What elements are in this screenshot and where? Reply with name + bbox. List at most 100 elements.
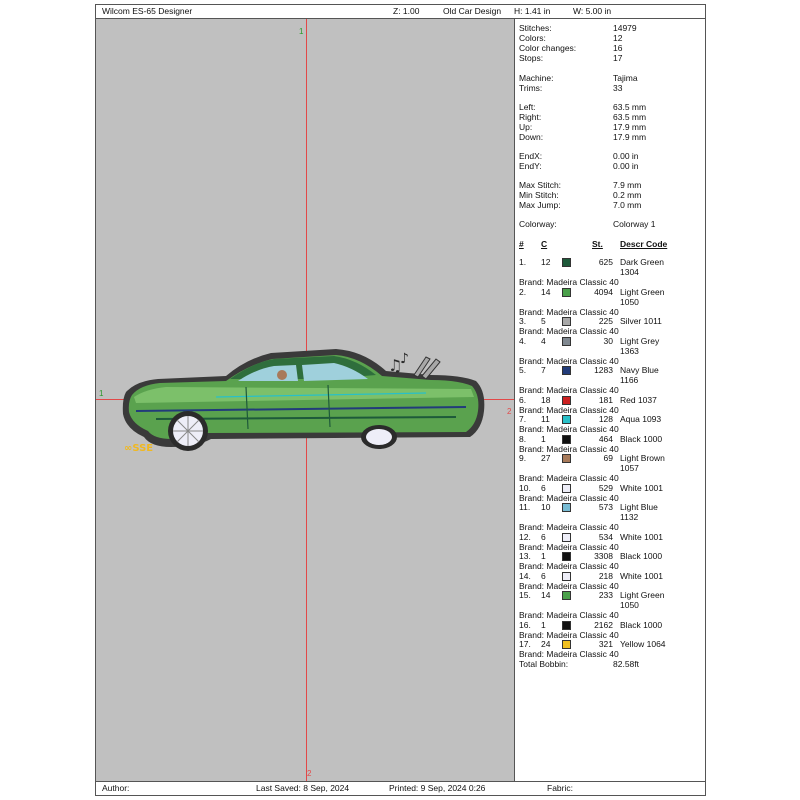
color-item-code: 1304 bbox=[620, 267, 639, 277]
color-item-number: 9. bbox=[519, 453, 527, 463]
music-note-2-icon: ♪ bbox=[400, 351, 409, 367]
color-swatch bbox=[562, 591, 571, 600]
color-item-number: 11. bbox=[519, 502, 531, 512]
color-item: 17. 24 321 Yellow 1064 bbox=[519, 639, 705, 649]
color-item: 15. 14 233 Light Green bbox=[519, 590, 705, 600]
color-item-descr: White 1001 bbox=[620, 482, 663, 493]
color-item-stitches: 4094 bbox=[594, 286, 613, 297]
color-item: 3. 5 225 Silver 1011 bbox=[519, 316, 705, 326]
color-item-stitches: 128 bbox=[598, 414, 613, 424]
color-item-brand-text: Brand: Madeira Classic 40 bbox=[519, 443, 619, 454]
color-item-descr: Black 1000 bbox=[620, 619, 663, 630]
print-sheet: Wilcom ES-65 Designer Z: 1.00 Old Car De… bbox=[95, 4, 706, 796]
footer-printed: Printed: 9 Sep, 2024 0:26 bbox=[389, 783, 486, 793]
col-stitches-header: St. bbox=[592, 239, 603, 249]
color-swatch bbox=[562, 552, 571, 561]
color-item-c: 14 bbox=[541, 286, 551, 297]
color-item-number: 2. bbox=[519, 286, 527, 297]
color-item-number: 5. bbox=[519, 365, 527, 375]
color-item-descr: Black 1000 bbox=[620, 433, 663, 444]
color-item-stitches: 573 bbox=[598, 502, 613, 512]
color-item-c: 1 bbox=[541, 433, 546, 444]
color-swatch bbox=[562, 258, 571, 267]
design-canvas[interactable]: 1 1 2 2 ♫ ♪ ∞SSE bbox=[96, 19, 515, 781]
color-item-code: 1132 bbox=[620, 512, 639, 522]
color-item-descr: Black 1000 bbox=[620, 551, 663, 561]
color-item-brand-text: Brand: Madeira Classic 40 bbox=[519, 541, 619, 552]
color-item-c: 6 bbox=[541, 531, 546, 542]
color-item-stitches: 1283 bbox=[594, 365, 613, 375]
color-item-brand-text: Brand: Madeira Classic 40 bbox=[519, 424, 619, 434]
color-item-c: 1 bbox=[541, 619, 546, 630]
color-item-brand-text: Brand: Madeira Classic 40 bbox=[519, 385, 619, 395]
color-item-stitches: 233 bbox=[598, 590, 613, 600]
color-item-code: 1050 bbox=[620, 296, 639, 307]
front-rim bbox=[366, 429, 392, 445]
color-item-descr: Light Brown bbox=[620, 453, 665, 463]
color-item: 9. 27 69 Light Brown bbox=[519, 453, 705, 463]
footer-last-saved: Last Saved: 8 Sep, 2024 bbox=[256, 783, 350, 793]
color-item-number: 14. bbox=[519, 570, 531, 581]
color-swatch bbox=[562, 640, 571, 649]
color-item-code: 1166 bbox=[620, 375, 639, 385]
color-item: 11. 10 573 Light Blue bbox=[519, 502, 705, 512]
color-item-brand-text: Brand: Madeira Classic 40 bbox=[519, 580, 619, 591]
color-item: 1. 12 625 Dark Green bbox=[519, 257, 705, 267]
color-item-c: 18 bbox=[541, 394, 551, 405]
footer-author: Author: bbox=[102, 783, 130, 793]
color-item-number: 8. bbox=[519, 433, 527, 444]
color-item-descr: Silver 1011 bbox=[620, 316, 662, 326]
col-num-header: # bbox=[519, 239, 524, 249]
color-item: 7. 11 128 Aqua 1093 bbox=[519, 414, 705, 424]
color-item-stitches: 181 bbox=[598, 394, 613, 405]
color-swatch bbox=[562, 434, 571, 444]
color-item-brand-text: Brand: Madeira Classic 40 bbox=[519, 277, 619, 287]
color-item-stitches: 225 bbox=[598, 316, 613, 326]
color-item-brand-text: Brand: Madeira Classic 40 bbox=[519, 404, 619, 415]
color-item-descr: White 1001 bbox=[620, 531, 663, 542]
color-item-number: 16. bbox=[519, 619, 531, 630]
color-item-number: 7. bbox=[519, 414, 527, 424]
color-item-brand-text: Brand: Madeira Classic 40 bbox=[519, 522, 619, 532]
color-swatch bbox=[562, 287, 571, 297]
color-item-stitches: 3308 bbox=[594, 551, 613, 561]
color-item-number: 12. bbox=[519, 531, 531, 542]
color-item-number: 1. bbox=[519, 257, 527, 267]
color-item-stitches: 534 bbox=[598, 531, 613, 542]
rear-spokes bbox=[173, 416, 203, 446]
yellow-lettering: ∞SSE bbox=[124, 443, 153, 454]
color-swatch bbox=[562, 415, 571, 424]
design-width: W: 5.00 in bbox=[573, 6, 612, 16]
color-item-c: 14 bbox=[541, 590, 551, 600]
col-c-header: C bbox=[541, 239, 548, 249]
color-item-descr: Dark Green bbox=[620, 257, 664, 267]
color-item-c: 10 bbox=[541, 502, 551, 512]
color-item: 12. 6 534 White 1001 bbox=[519, 532, 705, 542]
color-swatch bbox=[562, 454, 571, 463]
color-item-brand-text: Brand: Madeira Classic 40 bbox=[519, 629, 619, 640]
color-item-number: 17. bbox=[519, 639, 531, 649]
col-descr-header: Descr Code bbox=[620, 239, 668, 249]
color-item: 2. 14 4094 Light Green bbox=[519, 287, 705, 297]
color-item-brand-text: Brand: Madeira Classic 40 bbox=[519, 492, 619, 503]
color-item-descr: Aqua 1093 bbox=[620, 414, 662, 424]
color-swatch bbox=[562, 620, 571, 630]
color-item-number: 4. bbox=[519, 335, 527, 346]
color-item-stitches: 321 bbox=[598, 639, 613, 649]
color-item-stitches: 30 bbox=[603, 335, 613, 346]
color-item-number: 15. bbox=[519, 590, 531, 600]
color-swatch bbox=[562, 483, 571, 493]
color-swatch bbox=[562, 317, 571, 326]
color-item-code: 1050 bbox=[620, 600, 639, 610]
color-item-descr: Navy Blue bbox=[620, 365, 659, 375]
color-swatch bbox=[562, 336, 571, 346]
color-item-stitches: 464 bbox=[598, 433, 613, 444]
zoom-level: Z: 1.00 bbox=[393, 6, 420, 16]
color-item-descr: Light Grey bbox=[620, 335, 660, 346]
color-item-c: 27 bbox=[541, 453, 551, 463]
color-item-descr: Light Green bbox=[620, 590, 665, 600]
color-item-number: 3. bbox=[519, 316, 527, 326]
color-item-c: 24 bbox=[541, 639, 551, 649]
color-item-stitches: 2162 bbox=[594, 619, 613, 630]
color-item-c: 12 bbox=[541, 257, 551, 267]
